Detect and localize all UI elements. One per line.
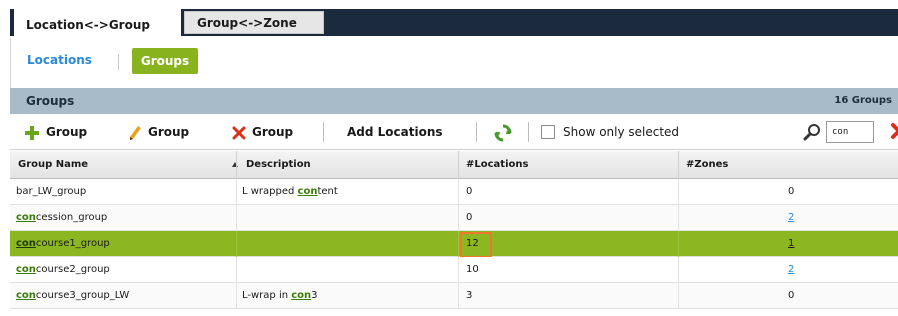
group-name-text: cession_group — [35, 212, 108, 223]
refresh-button[interactable] — [494, 122, 512, 142]
locations-link[interactable]: Locations — [27, 53, 92, 67]
locations-count-cell: 0 — [466, 212, 473, 223]
search-highlight: con — [16, 238, 36, 249]
show-only-selected-label: Show only selected — [563, 125, 680, 139]
column-header-description[interactable]: Description — [246, 159, 311, 170]
column-divider — [678, 231, 679, 257]
pencil-icon — [130, 125, 141, 140]
tab-group-zone[interactable]: Group<->Zone — [184, 11, 324, 34]
sub-navigation: Locations Groups — [10, 38, 898, 88]
group-name-cell: concourse3_group_LW — [16, 290, 129, 301]
groups-button[interactable]: Groups — [132, 48, 198, 74]
groups-section-header: Groups 16 Groups — [10, 88, 898, 114]
show-only-selected-checkbox[interactable] — [541, 125, 555, 139]
toolbar-divider — [323, 122, 324, 142]
top-tab-bar: Location<->Group Group<->Zone — [0, 0, 898, 38]
zones-count-link[interactable]: 2 — [788, 264, 794, 275]
locations-count-cell: 10 — [466, 264, 479, 275]
column-divider — [236, 151, 237, 179]
zones-count-link[interactable]: 1 — [788, 238, 794, 249]
table-header: Group Name Description #Locations #Zones — [10, 151, 898, 179]
highlight-box — [460, 232, 492, 258]
locations-count-cell: 0 — [466, 186, 473, 197]
column-divider — [678, 257, 679, 283]
search-highlight: con — [291, 290, 312, 301]
toolbar-divider — [528, 122, 529, 142]
delete-group-label: Group — [252, 125, 294, 139]
search-icon[interactable] — [803, 123, 821, 141]
column-divider — [236, 205, 237, 231]
search-highlight: con — [16, 264, 36, 275]
refresh-icon — [494, 124, 512, 141]
add-group-label: Group — [46, 125, 88, 139]
group-name-text: course3_group_LW — [35, 290, 130, 301]
column-divider — [678, 179, 679, 205]
column-header-locations[interactable]: #Locations — [466, 159, 528, 170]
zones-count-link[interactable]: 2 — [788, 212, 794, 223]
zones-count-cell: 0 — [788, 290, 795, 301]
description-text: 3 — [311, 290, 318, 301]
column-divider — [458, 283, 459, 309]
clear-search-icon[interactable] — [890, 122, 898, 140]
toolbar: Group Group Group Add Locations Show onl… — [10, 114, 898, 150]
description-text: L-wrap in — [242, 290, 292, 301]
description-cell: L-wrap in con3 — [242, 290, 318, 301]
group-name-cell: concourse1_group — [16, 238, 110, 249]
tab-location-group[interactable]: Location<->Group — [14, 9, 181, 37]
column-divider — [236, 257, 237, 283]
sort-ascending-icon[interactable] — [232, 162, 238, 167]
column-divider — [458, 205, 459, 231]
description-text: tent — [317, 186, 338, 197]
subnav-divider — [118, 54, 119, 70]
column-divider — [458, 257, 459, 283]
search-highlight: con — [16, 212, 36, 223]
add-locations-button[interactable]: Add Locations — [347, 122, 443, 142]
column-divider — [678, 151, 679, 179]
edit-group-label: Group — [148, 125, 190, 139]
delete-x-icon — [232, 126, 246, 139]
column-divider — [678, 283, 679, 309]
edit-group-button[interactable]: Group — [128, 122, 189, 142]
column-divider — [678, 205, 679, 231]
column-divider — [236, 231, 237, 257]
group-name-text: bar_LW_group — [16, 186, 87, 197]
section-title: Groups — [26, 94, 75, 108]
description-cell: L wrapped content — [242, 186, 338, 197]
group-name-text: course1_group — [35, 238, 110, 249]
column-header-group-name[interactable]: Group Name — [18, 159, 88, 170]
search-highlight: con — [297, 186, 318, 197]
description-text: L wrapped — [242, 186, 298, 197]
table-row[interactable]: concourse3_group_LW L-wrap in con3 3 0 — [10, 283, 898, 309]
table-row[interactable]: concourse2_group 10 2 — [10, 257, 898, 283]
search-highlight: con — [16, 290, 36, 301]
column-divider — [236, 283, 237, 309]
group-count: 16 Groups — [834, 95, 892, 106]
group-name-cell: concession_group — [16, 212, 107, 223]
table-row[interactable]: concession_group 0 2 — [10, 205, 898, 231]
column-divider — [236, 179, 237, 205]
table-row-selected[interactable]: concourse1_group 12 1 — [10, 231, 898, 258]
column-divider — [458, 231, 459, 257]
column-header-zones[interactable]: #Zones — [686, 159, 728, 170]
group-name-text: course2_group — [35, 264, 110, 275]
table-row[interactable]: bar_LW_group L wrapped content 0 0 — [10, 179, 898, 205]
delete-group-button[interactable]: Group — [232, 122, 293, 142]
toolbar-divider — [476, 122, 477, 142]
search-input[interactable] — [826, 121, 874, 143]
group-name-cell: bar_LW_group — [16, 186, 86, 197]
add-group-button[interactable]: Group — [24, 122, 87, 142]
zones-count-cell: 0 — [788, 186, 795, 197]
column-divider — [458, 179, 459, 205]
plus-icon — [25, 125, 39, 140]
locations-count-cell: 3 — [466, 290, 473, 301]
group-name-cell: concourse2_group — [16, 264, 110, 275]
column-divider — [458, 151, 459, 179]
